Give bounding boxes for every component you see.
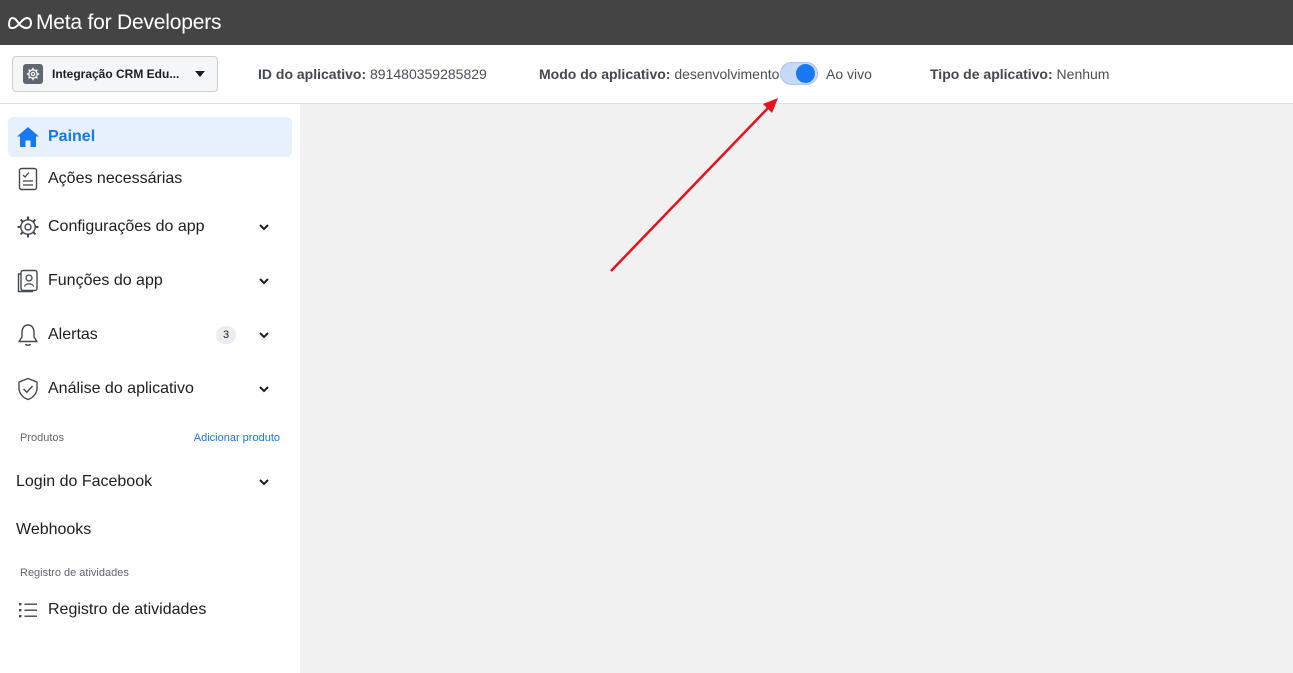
sidebar-item-label: Registro de atividades: [48, 601, 207, 618]
app-selector-dropdown[interactable]: Integração CRM Edu...: [12, 56, 218, 92]
meta-logo[interactable]: Meta for Developers: [8, 11, 221, 35]
live-mode-label: Ao vivo: [826, 66, 872, 82]
app-mode-label: Modo do aplicativo:: [539, 66, 671, 82]
app-mode-toggle[interactable]: [780, 62, 818, 85]
chevron-down-icon: [259, 479, 269, 486]
sidebar-item-label: Ações necessárias: [48, 170, 183, 187]
meta-infinity-icon: [8, 16, 32, 29]
app-mode-value: desenvolvimento: [674, 66, 780, 82]
sidebar-item-login-facebook[interactable]: Login do Facebook: [8, 461, 292, 503]
sidebar-item-funcoes[interactable]: Funções do app: [8, 260, 292, 302]
checklist-icon: [15, 166, 41, 192]
sidebar-item-acoes-necessarias[interactable]: Ações necessárias: [8, 159, 292, 199]
app-mode-info: Modo do aplicativo: desenvolvimento: [539, 66, 779, 82]
sidebar-item-configuracoes[interactable]: Configurações do app: [8, 206, 292, 248]
app-type-value: Nenhum: [1056, 66, 1110, 82]
sidebar-item-alertas[interactable]: Alertas 3: [8, 314, 292, 356]
sidebar-item-label: Login do Facebook: [16, 473, 153, 490]
top-bar: Meta for Developers: [0, 0, 1293, 45]
chevron-down-icon: [259, 332, 269, 339]
app-gear-icon: [23, 64, 43, 84]
sidebar: Painel Ações necessárias Configurações d…: [0, 104, 300, 673]
app-info-bar: Integração CRM Edu... ID do aplicativo: …: [0, 45, 1293, 104]
bell-icon: [15, 322, 41, 348]
chevron-down-icon: [259, 224, 269, 231]
add-product-link[interactable]: Adicionar produto: [194, 432, 280, 444]
app-id-value: 891480359285829: [370, 66, 487, 82]
app-id-label: ID do aplicativo:: [258, 66, 367, 82]
list-icon: [15, 597, 41, 623]
toggle-knob: [796, 64, 815, 83]
shield-check-icon: [15, 376, 41, 402]
sidebar-item-painel[interactable]: Painel: [8, 117, 292, 157]
sidebar-item-label: Configurações do app: [48, 218, 205, 235]
sidebar-item-registro-atividades[interactable]: Registro de atividades: [8, 589, 292, 631]
sidebar-item-label: Painel: [48, 128, 96, 145]
app-type-info: Tipo de aplicativo: Nenhum: [930, 66, 1109, 82]
brand-name: Meta for Developers: [36, 10, 222, 34]
sidebar-item-label: Webhooks: [16, 521, 92, 538]
alert-count-badge: 3: [216, 326, 236, 344]
id-badge-icon: [15, 268, 41, 294]
gear-icon: [15, 214, 41, 240]
products-section-label: Produtos: [20, 432, 65, 444]
caret-down-icon: [195, 71, 205, 77]
app-id-info: ID do aplicativo: 891480359285829: [258, 66, 487, 82]
sidebar-item-webhooks[interactable]: Webhooks: [8, 509, 292, 551]
sidebar-item-label: Funções do app: [48, 272, 163, 289]
home-icon: [15, 124, 41, 150]
sidebar-item-analise[interactable]: Análise do aplicativo: [8, 368, 292, 410]
app-type-label: Tipo de aplicativo:: [930, 66, 1053, 82]
sidebar-item-label: Análise do aplicativo: [48, 380, 194, 397]
activity-section-label: Registro de atividades: [20, 567, 129, 579]
main-content: [300, 104, 1293, 673]
sidebar-item-label: Alertas: [48, 326, 98, 343]
chevron-down-icon: [259, 278, 269, 285]
app-name: Integração CRM Edu...: [52, 67, 180, 81]
chevron-down-icon: [259, 386, 269, 393]
